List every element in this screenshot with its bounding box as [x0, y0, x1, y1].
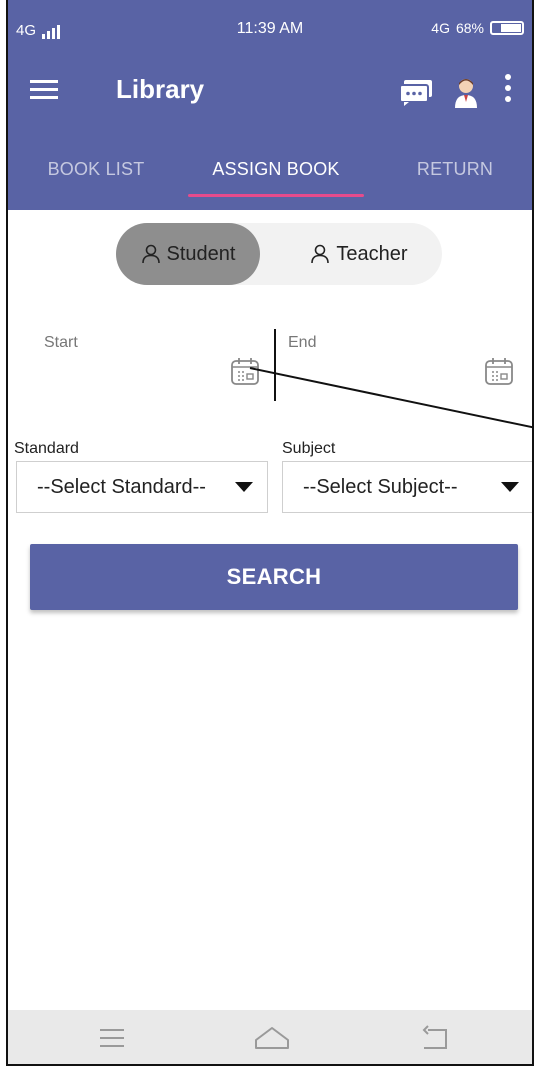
standard-select-value: --Select Standard-- [37, 475, 206, 498]
start-date-label: Start [44, 334, 78, 351]
status-right: 4G 68% [431, 20, 524, 36]
chat-icon[interactable] [398, 78, 434, 106]
active-tab-indicator [188, 194, 364, 197]
toggle-teacher-label: Teacher [336, 242, 408, 265]
user-avatar-icon[interactable] [452, 76, 480, 108]
network-type-right: 4G [431, 20, 450, 36]
person-icon [311, 244, 330, 264]
tab-book-list[interactable]: BOOK LIST [12, 128, 180, 210]
back-icon[interactable] [416, 1022, 456, 1054]
start-calendar-icon[interactable] [230, 356, 260, 386]
toggle-student-label: Student [166, 242, 236, 265]
subject-label: Subject [282, 440, 336, 457]
person-icon [141, 244, 160, 264]
system-nav-bar [8, 1010, 532, 1064]
tab-bar: BOOK LIST ASSIGN BOOK RETURN [8, 128, 532, 210]
phone-screen: 4G 11:39 AM 4G 68% Library BOOK LIST ASS… [6, 0, 534, 1066]
home-icon[interactable] [252, 1022, 292, 1054]
role-toggle: Student Teacher [116, 223, 442, 285]
search-button[interactable]: SEARCH [30, 544, 518, 610]
toggle-teacher[interactable]: Teacher [276, 223, 442, 285]
end-date-label: End [288, 334, 317, 351]
toggle-student[interactable]: Student [116, 223, 260, 285]
subject-select-value: --Select Subject-- [303, 475, 458, 498]
hamburger-menu-icon[interactable] [30, 76, 60, 104]
app-title: Library [116, 74, 205, 104]
tab-return[interactable]: RETURN [380, 128, 530, 210]
end-calendar-icon[interactable] [484, 356, 514, 386]
app-bar: Library [8, 56, 532, 128]
battery-icon [490, 21, 524, 35]
tab-assign-book[interactable]: ASSIGN BOOK [188, 128, 364, 210]
dropdown-caret-icon [235, 482, 253, 492]
recent-apps-icon[interactable] [92, 1022, 132, 1054]
more-vert-icon[interactable] [502, 74, 514, 110]
standard-label: Standard [14, 440, 79, 457]
date-divider [274, 329, 276, 401]
subject-select[interactable]: --Select Subject-- [282, 461, 532, 513]
battery-percent: 68% [455, 20, 484, 36]
standard-select[interactable]: --Select Standard-- [16, 461, 268, 513]
status-bar: 4G 11:39 AM 4G 68% [8, 0, 532, 56]
dropdown-caret-icon [501, 482, 519, 492]
